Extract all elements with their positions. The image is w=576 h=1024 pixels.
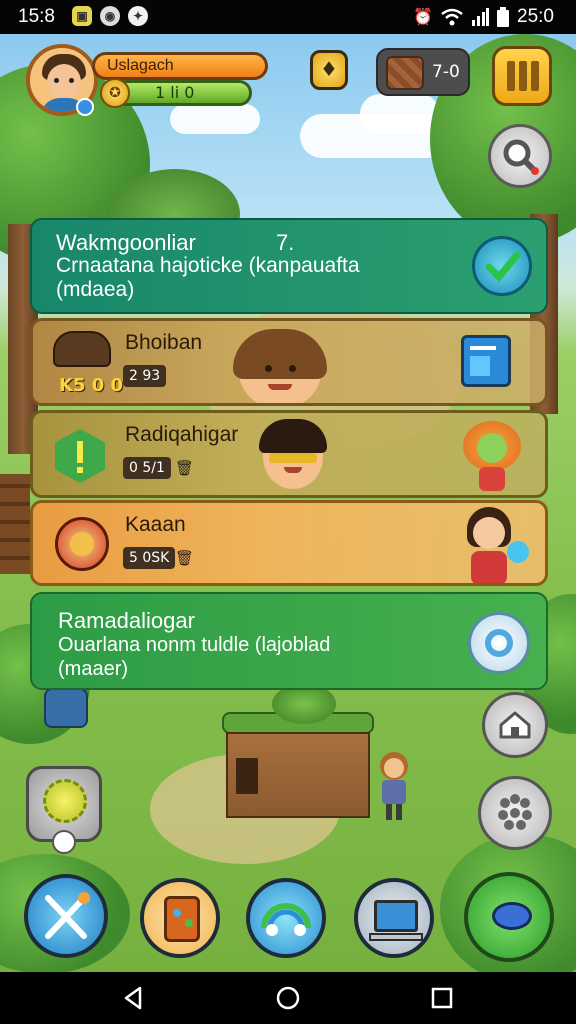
recents-icon[interactable] (428, 984, 456, 1012)
card-name: Bhoiban (125, 331, 203, 354)
fence (0, 474, 30, 574)
player-name: Uslagach (107, 57, 174, 74)
battery-icon (497, 7, 510, 27)
system-nav-bar (0, 972, 576, 1024)
cloud (170, 104, 260, 134)
battle-button[interactable] (24, 874, 108, 958)
tablet-icon (461, 335, 511, 387)
wood-crate-icon (386, 56, 424, 90)
trash-icon[interactable]: 🗑 (175, 549, 194, 567)
skull-icon (52, 830, 76, 854)
shield-icon (55, 429, 105, 483)
quest-card[interactable]: Radiqahigar 0 5/1 🗑 (30, 410, 548, 498)
chat-bubble-icon (492, 902, 532, 930)
home-icon (499, 711, 531, 739)
gem-icon[interactable]: ♦ (310, 50, 348, 90)
notification-icon: ✦ (128, 6, 148, 26)
card-title: Ramadaliogar (58, 608, 195, 633)
status-icons: ⏰ 25:0 (413, 6, 554, 28)
sun-icon (43, 779, 87, 823)
coin-icon: ✪ (100, 78, 130, 108)
notification-icon: ▣ (72, 6, 92, 26)
check-badge-icon (472, 236, 532, 296)
home-button[interactable] (482, 692, 548, 758)
card-title: Wakmgoonliar (56, 230, 196, 255)
level-text: 1 li 0 (155, 83, 195, 102)
menu-button[interactable] (492, 46, 552, 106)
backpack-icon (164, 896, 200, 942)
rainbow-icon (261, 903, 311, 936)
card-title-number: 7. (276, 230, 295, 255)
resource-value: 7-0 (432, 62, 460, 82)
trash-icon[interactable]: 🗑 (175, 459, 194, 477)
leaf-creature-icon (463, 421, 523, 493)
grid-menu-button[interactable] (478, 776, 552, 850)
rainbow-button[interactable] (246, 878, 326, 958)
quest-card[interactable]: K5 0 0 Bhoiban 2 93 (30, 318, 548, 406)
card-tag: 0 5/1 (123, 457, 171, 479)
card-tag: 5 0SK (123, 547, 176, 569)
quest-card[interactable]: Wakmgoonliar 7. Crnaatana hajoticke (kan… (30, 218, 548, 314)
verified-badge-icon (76, 98, 94, 116)
resource-counter[interactable]: 7-0 (376, 48, 470, 96)
cloud (360, 94, 440, 134)
computer-icon (369, 900, 423, 941)
computer-button[interactable] (354, 878, 434, 958)
status-right-text: 25:0 (517, 6, 554, 27)
chat-button[interactable] (464, 872, 554, 962)
card-line-1: Crnaatana hajoticke (kanpauafta (56, 254, 360, 277)
gear-icon (468, 612, 530, 674)
wifi-icon (441, 8, 463, 26)
player-character[interactable] (376, 752, 412, 824)
grid-dots-icon (498, 794, 532, 830)
inventory-button[interactable] (140, 878, 220, 958)
card-badge: K5 0 0 (59, 375, 124, 396)
card-line-1: Ouarlana nonm tuldle (lajoblad (58, 634, 331, 656)
pile-icon (53, 331, 111, 367)
search-icon (503, 139, 539, 175)
quest-card[interactable]: Ramadaliogar Ouarlana nonm tuldle (lajob… (30, 592, 548, 690)
card-line-2: (mdaea) (56, 278, 135, 301)
card-name: Radiqahigar (125, 423, 239, 446)
status-bar: 15:8 ▣ ◉ ✦ ⏰ 25:0 (0, 0, 576, 34)
player-name-bar: Uslagach (92, 52, 268, 80)
hut-building[interactable] (222, 684, 374, 820)
back-icon[interactable] (120, 984, 148, 1012)
alarm-icon: ⏰ (413, 9, 434, 26)
card-line-2: (maaer) (58, 658, 129, 680)
girl-character-icon (457, 507, 531, 583)
status-time: 15:8 (18, 6, 55, 27)
bear-badge-icon (55, 517, 109, 571)
card-tag: 2 93 (123, 365, 167, 387)
search-button[interactable] (488, 124, 552, 188)
card-name: Kaaan (125, 513, 186, 536)
character-portrait (233, 329, 327, 403)
home-nav-icon[interactable] (274, 984, 302, 1012)
notification-icon: ◉ (100, 6, 120, 26)
character-portrait (259, 419, 327, 489)
signal-icon (472, 8, 490, 26)
quest-card[interactable]: Kaaan 5 0SK 🗑 (30, 500, 548, 586)
crossed-swords-icon (45, 892, 90, 939)
vehicle (44, 688, 88, 728)
